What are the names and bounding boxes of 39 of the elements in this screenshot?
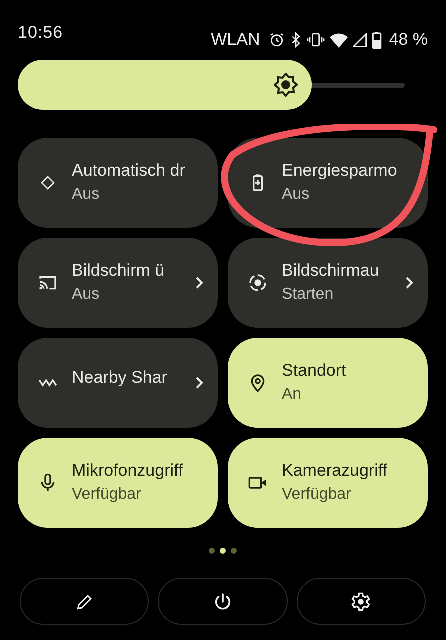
clock-time: 10:56	[18, 22, 64, 44]
tile-status: Aus	[72, 285, 101, 305]
quick-settings-tile[interactable]: Bildschirmau Starten	[228, 238, 428, 328]
tile-title: Bildschirmau	[282, 260, 380, 282]
settings-button[interactable]	[296, 578, 426, 625]
signal-icon	[353, 32, 368, 48]
tile-title: Bildschirm ü	[72, 260, 166, 282]
tile-title: Kamerazugriff	[282, 460, 389, 482]
quick-settings-tile[interactable]: Energiesparmo Aus	[228, 138, 428, 228]
brightness-slider[interactable]	[18, 60, 405, 110]
tile-status: Starten	[282, 285, 335, 305]
power-icon	[212, 592, 233, 612]
tile-status: An	[282, 385, 303, 405]
tile-status: Aus	[282, 185, 311, 205]
record-icon	[248, 273, 268, 293]
alarm-icon	[269, 32, 286, 48]
quick-settings-tile[interactable]: Nearby Shar	[18, 338, 218, 428]
wifi-icon	[330, 32, 348, 48]
tile-title: Mikrofonzugriff	[72, 460, 184, 482]
tile-status: Aus	[72, 185, 101, 205]
vibrate-icon	[307, 32, 326, 48]
tile-title: Energiesparmo	[282, 160, 398, 182]
battery-percent: 48 %	[389, 29, 428, 52]
network-label: WLAN	[211, 29, 260, 52]
tile-title: Nearby Shar	[72, 367, 168, 389]
battery-icon	[372, 32, 382, 48]
tile-title: Automatisch dr	[72, 160, 186, 182]
bluetooth-icon	[290, 32, 302, 48]
quick-settings-tile[interactable]: Kamerazugriff Verfügbar	[228, 438, 428, 528]
quick-settings-tile[interactable]: Standort An	[228, 338, 428, 428]
pencil-icon	[76, 592, 94, 610]
settings-icon	[351, 592, 372, 612]
tile-status: Verfügbar	[282, 485, 352, 505]
tile-status: Verfügbar	[72, 485, 142, 505]
brightness-icon	[274, 73, 298, 97]
quick-settings-tile[interactable]: Mikrofonzugriff Verfügbar	[18, 438, 218, 528]
quick-settings-tile[interactable]: Automatisch dr Aus	[18, 138, 218, 228]
tile-title: Standort	[282, 360, 348, 382]
quick-settings-tile[interactable]: Bildschirm ü Aus	[18, 238, 218, 328]
